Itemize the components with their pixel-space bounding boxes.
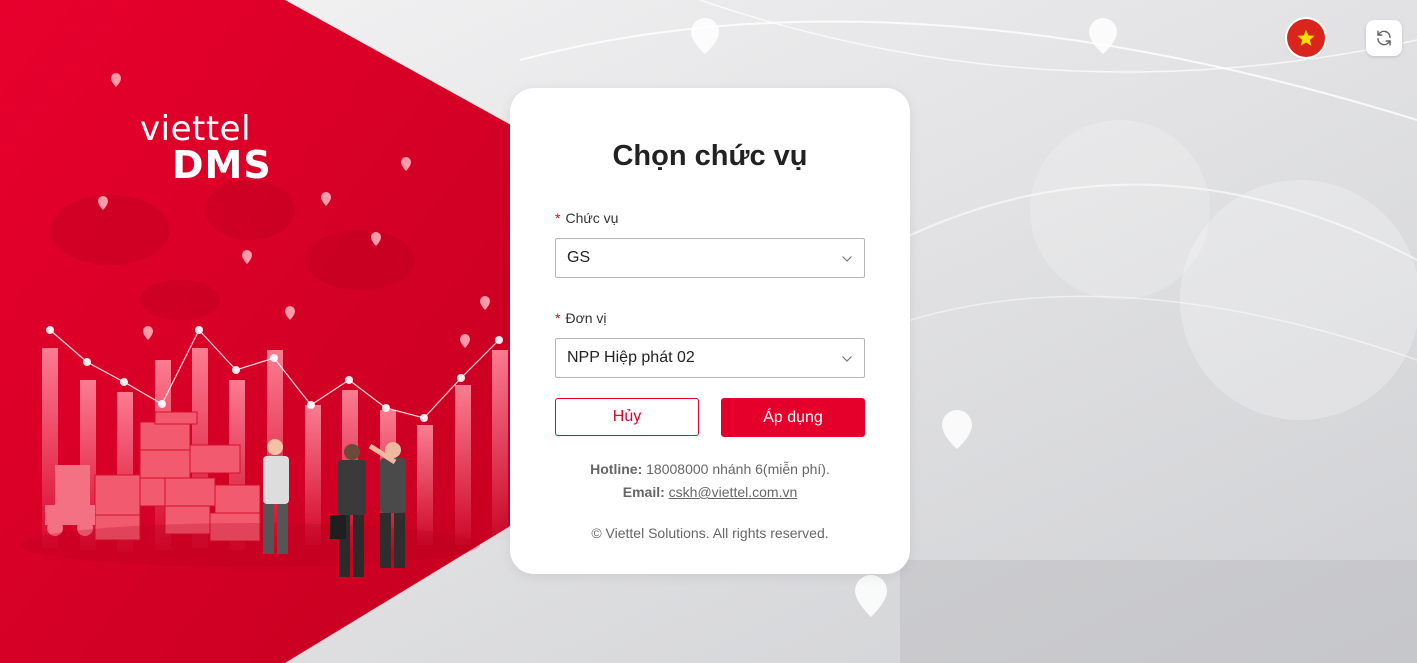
hotline-value: 18008000 nhánh 6(miễn phí). [646,461,830,477]
logo-line-2: DMS [172,143,272,187]
required-mark: * [555,210,561,226]
cancel-button[interactable]: Hủy [555,398,699,436]
position-label-text: Chức vụ [565,210,619,226]
chevron-down-icon [842,356,852,362]
role-selection-card: Chọn chức vụ * Chức vụ GS * Đơn vị NPP Hiệ… [510,88,910,574]
refresh-button[interactable] [1366,20,1402,56]
email-link[interactable]: cskh@viettel.com.vn [669,484,798,500]
required-mark: * [555,310,561,326]
vietnam-flag-icon [1297,29,1315,46]
unit-label: * Đơn vị [555,310,607,326]
email-label: Email: [622,484,665,500]
unit-label-text: Đơn vị [565,310,607,326]
language-button[interactable] [1287,19,1325,57]
refresh-icon [1377,30,1391,46]
position-select[interactable]: GS [555,238,865,278]
hotline-line: Hotline: 18008000 nhánh 6(miễn phí). [510,461,910,477]
position-label: * Chức vụ [555,210,618,226]
unit-select-value: NPP Hiệp phát 02 [567,349,695,366]
hotline-label: Hotline: [590,461,643,477]
position-select-value: GS [567,249,591,266]
unit-select[interactable]: NPP Hiệp phát 02 [555,338,865,378]
viettel-dms-logo: viettel DMS [140,112,285,184]
apply-button[interactable]: Áp dụng [721,398,865,437]
card-title: Chọn chức vụ [612,140,808,172]
chevron-down-icon [842,256,852,262]
copyright: © Viettel Solutions. All rights reserved… [591,525,829,541]
email-line: Email: cskh@viettel.com.vn [510,484,910,500]
logo-line-1: viettel [140,109,252,149]
